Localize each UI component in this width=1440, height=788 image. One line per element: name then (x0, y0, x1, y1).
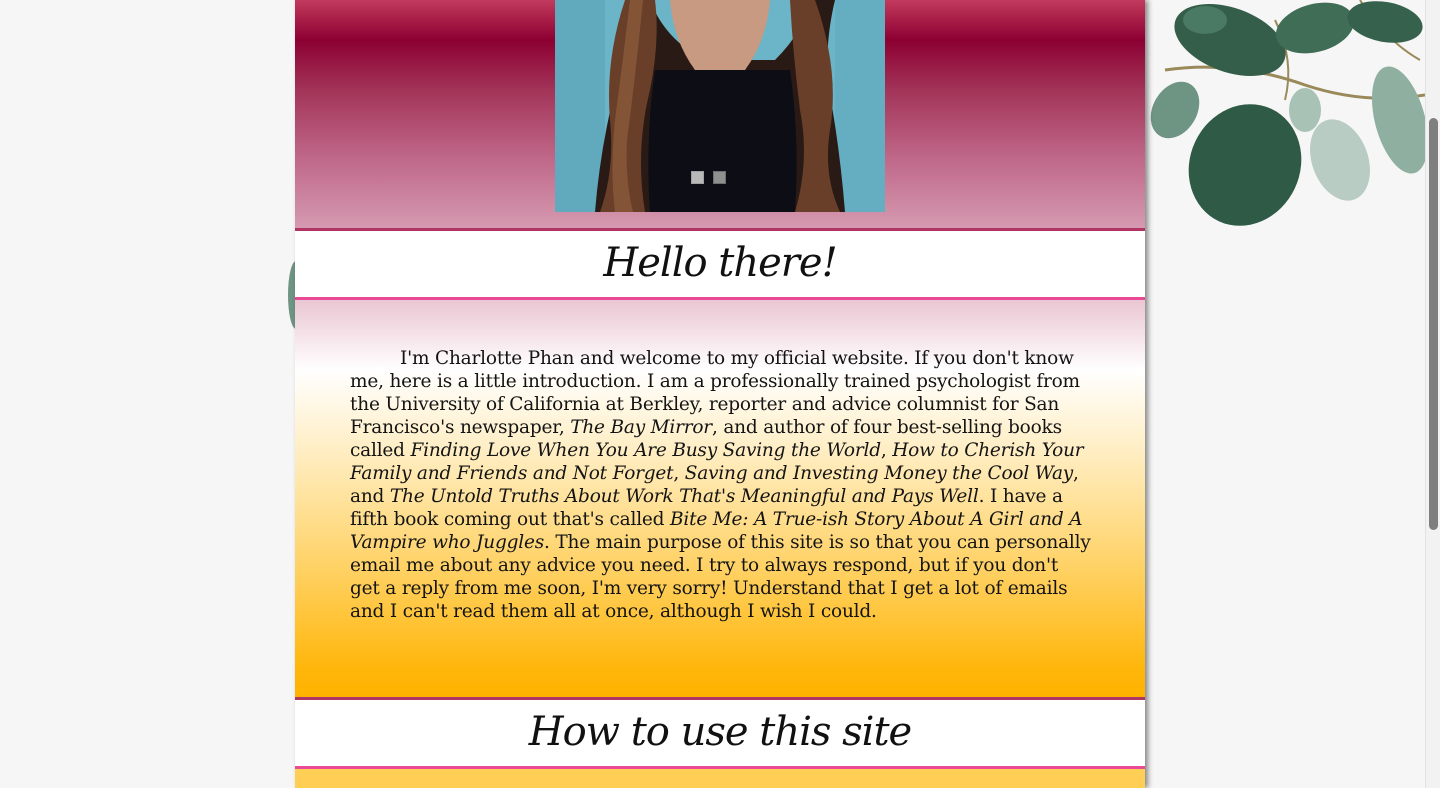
intro-section: I'm Charlotte Phan and welcome to my off… (295, 300, 1145, 697)
slider-dot-2[interactable] (713, 171, 726, 184)
content-column: Hello there! I'm Charlotte Phan and welc… (295, 0, 1145, 788)
separator-2: , (673, 463, 685, 484)
hello-heading-band: Hello there! (295, 228, 1145, 300)
how-to-heading-band: How to use this site (295, 697, 1145, 769)
how-to-section (295, 769, 1145, 788)
intro-paragraph: I'm Charlotte Phan and welcome to my off… (350, 347, 1092, 623)
book-title-3: Saving and Investing Money the Cool Way (684, 463, 1074, 484)
slider-dot-1[interactable] (691, 171, 704, 184)
hello-heading: Hello there! (603, 240, 837, 286)
scrollbar[interactable] (1425, 0, 1440, 788)
scrollbar-thumb[interactable] (1429, 118, 1438, 530)
eucalyptus-leaves-icon (1145, 0, 1425, 300)
separator-1: , (880, 440, 893, 461)
profile-photo-slider (555, 0, 885, 212)
slider-dots (691, 171, 726, 184)
newspaper-title: The Bay Mirror (570, 417, 712, 438)
book-title-1: Finding Love When You Are Busy Saving th… (410, 440, 882, 461)
hero-banner (295, 0, 1145, 228)
book-title-4: The Untold Truths About Work That's Mean… (389, 486, 979, 507)
how-to-heading: How to use this site (528, 709, 912, 755)
